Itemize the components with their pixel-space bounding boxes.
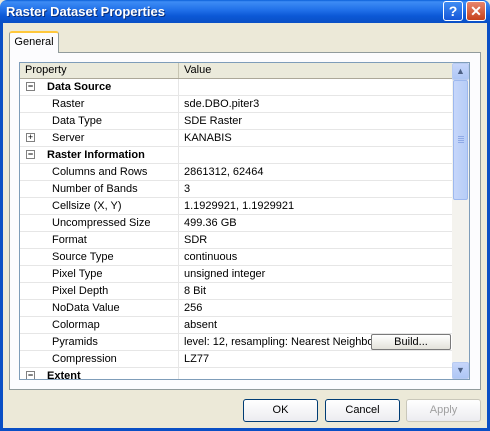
title-bar[interactable]: Raster Dataset Properties ? ✕ — [0, 0, 490, 23]
property-name-cell: + Server — [20, 130, 179, 146]
property-row[interactable]: Colormap absent — [20, 317, 452, 334]
grid-header: Property Value — [20, 63, 452, 79]
property-name-cell: Format — [20, 232, 179, 248]
property-value[interactable] — [184, 368, 452, 379]
category-row[interactable]: − Raster Information — [20, 147, 452, 164]
property-value[interactable]: KANABIS — [184, 130, 452, 146]
property-name-cell: Raster — [20, 96, 179, 112]
property-value[interactable]: 3 — [184, 181, 452, 197]
property-row[interactable]: Pyramids level: 12, resampling: Nearest N… — [20, 334, 452, 351]
scroll-up-icon[interactable]: ▲ — [452, 63, 469, 80]
property-row[interactable]: Pixel Type unsigned integer — [20, 266, 452, 283]
property-name-cell: Uncompressed Size — [20, 215, 179, 231]
property-row[interactable]: Compression LZ77 — [20, 351, 452, 368]
property-label: Uncompressed Size — [52, 217, 151, 229]
property-value[interactable]: absent — [184, 317, 452, 333]
property-name-cell: Number of Bands — [20, 181, 179, 197]
property-name-cell: − Extent — [20, 368, 179, 380]
vertical-scrollbar[interactable]: ▲ ▼ — [452, 63, 469, 379]
property-value[interactable]: 256 — [184, 300, 452, 316]
property-label: Data Type — [52, 115, 102, 127]
property-name-cell: Data Type — [20, 113, 179, 129]
collapse-icon[interactable]: − — [26, 82, 35, 91]
scroll-down-icon[interactable]: ▼ — [452, 362, 469, 379]
property-row[interactable]: Data Type SDE Raster — [20, 113, 452, 130]
property-label: Colormap — [52, 319, 100, 331]
property-name-cell: Pixel Type — [20, 266, 179, 282]
property-row[interactable]: Number of Bands 3 — [20, 181, 452, 198]
property-name-cell: Pixel Depth — [20, 283, 179, 299]
property-row[interactable]: + Server KANABIS — [20, 130, 452, 147]
property-value[interactable]: LZ77 — [184, 351, 452, 367]
property-row[interactable]: Raster sde.DBO.piter3 — [20, 96, 452, 113]
property-name-cell: − Raster Information — [20, 147, 179, 163]
property-label: Pixel Depth — [52, 285, 109, 297]
property-label: Pixel Type — [52, 268, 103, 280]
property-label: Compression — [52, 353, 117, 365]
property-value[interactable]: continuous — [184, 249, 452, 265]
property-row[interactable]: Columns and Rows 2861312, 62464 — [20, 164, 452, 181]
property-name-cell: NoData Value — [20, 300, 179, 316]
property-grid[interactable]: Property Value − Data Source Raster sde.DBO… — [19, 62, 470, 380]
property-row[interactable]: NoData Value 256 — [20, 300, 452, 317]
property-value[interactable]: SDE Raster — [184, 113, 452, 129]
property-label: Cellsize (X, Y) — [52, 200, 122, 212]
property-label: Raster — [52, 98, 85, 110]
property-value[interactable] — [184, 147, 452, 163]
property-label: Raster Information — [47, 149, 145, 161]
category-row[interactable]: − Extent — [20, 368, 452, 380]
property-value[interactable]: 8 Bit — [184, 283, 452, 299]
collapse-icon[interactable]: − — [26, 371, 35, 379]
grip-icon — [458, 136, 464, 143]
tab-general[interactable]: General — [9, 31, 59, 53]
property-name-cell: Source Type — [20, 249, 179, 265]
property-label: Number of Bands — [52, 183, 138, 195]
apply-button[interactable]: Apply — [406, 399, 481, 422]
property-value[interactable]: 1.1929921, 1.1929921 — [184, 198, 452, 214]
property-label: Data Source — [47, 81, 112, 93]
property-label: Extent — [47, 370, 81, 380]
property-value[interactable]: SDR — [184, 232, 452, 248]
property-name-cell: Pyramids — [20, 334, 179, 350]
property-value[interactable]: unsigned integer — [184, 266, 452, 282]
property-label: Format — [52, 234, 87, 246]
dialog-window: Raster Dataset Properties ? ✕ General Pr… — [0, 0, 490, 431]
close-button[interactable]: ✕ — [466, 1, 486, 21]
scroll-thumb[interactable] — [453, 80, 468, 200]
property-name-cell: Cellsize (X, Y) — [20, 198, 179, 214]
category-row[interactable]: − Data Source — [20, 79, 452, 96]
grid-rows: − Data Source Raster sde.DBO.piter3 Data Typ… — [20, 79, 452, 380]
property-row[interactable]: Format SDR — [20, 232, 452, 249]
collapse-icon[interactable]: − — [26, 150, 35, 159]
property-row[interactable]: Pixel Depth 8 Bit — [20, 283, 452, 300]
property-name-cell: Compression — [20, 351, 179, 367]
property-name-cell: − Data Source — [20, 79, 179, 95]
window-border-left — [0, 23, 3, 431]
property-label: Source Type — [52, 251, 114, 263]
property-value[interactable]: sde.DBO.piter3 — [184, 96, 452, 112]
property-row[interactable]: Source Type continuous — [20, 249, 452, 266]
property-label: NoData Value — [52, 302, 120, 314]
property-label: Pyramids — [52, 336, 98, 348]
window-title: Raster Dataset Properties — [6, 4, 165, 19]
property-name-cell: Columns and Rows — [20, 164, 179, 180]
ok-button[interactable]: OK — [243, 399, 318, 422]
property-value[interactable]: 499.36 GB — [184, 215, 452, 231]
property-label: Columns and Rows — [52, 166, 148, 178]
property-label: Server — [52, 132, 85, 144]
expand-icon[interactable]: + — [26, 133, 35, 142]
column-header-value[interactable]: Value — [179, 63, 452, 78]
column-header-property[interactable]: Property — [20, 63, 179, 78]
property-row[interactable]: Uncompressed Size 499.36 GB — [20, 215, 452, 232]
build-pyramids-button[interactable]: Build... — [371, 334, 451, 350]
property-row[interactable]: Cellsize (X, Y) 1.1929921, 1.1929921 — [20, 198, 452, 215]
property-value[interactable]: 2861312, 62464 — [184, 164, 452, 180]
property-name-cell: Colormap — [20, 317, 179, 333]
help-button[interactable]: ? — [443, 1, 463, 21]
cancel-button[interactable]: Cancel — [325, 399, 400, 422]
property-value[interactable] — [184, 79, 452, 95]
